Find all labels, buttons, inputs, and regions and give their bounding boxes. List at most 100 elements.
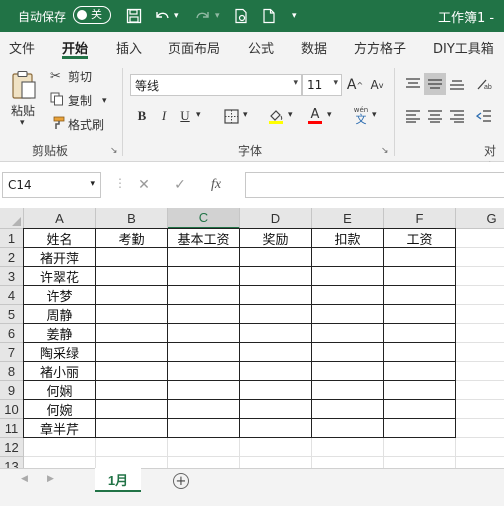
column-header-g[interactable]: G: [456, 208, 504, 229]
name-box[interactable]: C14 ▾: [2, 172, 101, 198]
cell-b13[interactable]: [96, 457, 168, 468]
cell-d10[interactable]: [240, 400, 312, 419]
paste-button[interactable]: 粘贴: [11, 102, 35, 119]
cell-c5[interactable]: [168, 305, 240, 324]
row-header-3[interactable]: 3: [0, 267, 24, 286]
copy-button[interactable]: 复制 ▾: [50, 92, 107, 109]
cell-a11[interactable]: 章半芹: [24, 419, 96, 438]
column-header-a[interactable]: A: [24, 208, 96, 229]
row-header-7[interactable]: 7: [0, 343, 24, 362]
font-size-combo[interactable]: 11 ▾: [302, 74, 342, 96]
scroll-right-icon[interactable]: ▶: [47, 474, 54, 484]
tab-page-layout[interactable]: 页面布局: [168, 32, 220, 62]
cell-e6[interactable]: [312, 324, 384, 343]
cell-d4[interactable]: [240, 286, 312, 305]
cell-f7[interactable]: [384, 343, 456, 362]
align-left-icon[interactable]: [402, 105, 424, 127]
cell-a5[interactable]: 周静: [24, 305, 96, 324]
cell-b11[interactable]: [96, 419, 168, 438]
cell-b2[interactable]: [96, 248, 168, 267]
tab-file[interactable]: 文件: [9, 32, 35, 62]
cell-a8[interactable]: 褚小丽: [24, 362, 96, 381]
cell-d8[interactable]: [240, 362, 312, 381]
cell-g13[interactable]: [456, 457, 504, 468]
tab-diy-toolbox[interactable]: DIY工具箱: [433, 32, 494, 62]
cell-b6[interactable]: [96, 324, 168, 343]
cell-e4[interactable]: [312, 286, 384, 305]
cell-f6[interactable]: [384, 324, 456, 343]
cell-b4[interactable]: [96, 286, 168, 305]
cell-g7[interactable]: [456, 343, 504, 362]
cell-g10[interactable]: [456, 400, 504, 419]
cell-b9[interactable]: [96, 381, 168, 400]
cell-b5[interactable]: [96, 305, 168, 324]
cell-g4[interactable]: [456, 286, 504, 305]
cell-d11[interactable]: [240, 419, 312, 438]
cell-a1[interactable]: 姓名: [24, 229, 96, 248]
cell-c7[interactable]: [168, 343, 240, 362]
cell-c11[interactable]: [168, 419, 240, 438]
enter-icon[interactable]: ✓: [162, 177, 198, 193]
undo-dropdown-icon[interactable]: ▾: [174, 0, 179, 32]
autosave-toggle[interactable]: 关: [73, 6, 111, 24]
cell-a10[interactable]: 何婉: [24, 400, 96, 419]
cell-f1[interactable]: 工资: [384, 229, 456, 248]
cell-d3[interactable]: [240, 267, 312, 286]
undo-icon[interactable]: [152, 0, 172, 32]
decrease-indent-icon[interactable]: [473, 105, 495, 127]
cell-a12[interactable]: [24, 438, 96, 457]
column-header-e[interactable]: E: [312, 208, 384, 229]
format-painter-button[interactable]: 格式刷: [50, 116, 104, 133]
bold-button[interactable]: B: [131, 105, 153, 127]
cell-b8[interactable]: [96, 362, 168, 381]
clipboard-launcher-icon[interactable]: ↘: [110, 146, 118, 156]
cut-button[interactable]: ✂ 剪切: [50, 68, 92, 85]
fill-color-icon[interactable]: [265, 105, 287, 127]
orientation-icon[interactable]: ab: [473, 73, 495, 95]
cell-a13[interactable]: [24, 457, 96, 468]
cell-f12[interactable]: [384, 438, 456, 457]
select-all-button[interactable]: [0, 208, 24, 229]
cell-d12[interactable]: [240, 438, 312, 457]
cell-e3[interactable]: [312, 267, 384, 286]
cell-b10[interactable]: [96, 400, 168, 419]
column-header-b[interactable]: B: [96, 208, 168, 229]
cell-e2[interactable]: [312, 248, 384, 267]
cancel-icon[interactable]: ✕: [126, 177, 162, 193]
row-header-8[interactable]: 8: [0, 362, 24, 381]
cell-e11[interactable]: [312, 419, 384, 438]
row-header-12[interactable]: 12: [0, 438, 24, 457]
underline-dropdown-icon[interactable]: ▾: [196, 110, 201, 120]
cell-g11[interactable]: [456, 419, 504, 438]
cell-g2[interactable]: [456, 248, 504, 267]
cell-c10[interactable]: [168, 400, 240, 419]
cell-f4[interactable]: [384, 286, 456, 305]
row-header-10[interactable]: 10: [0, 400, 24, 419]
cell-e13[interactable]: [312, 457, 384, 468]
italic-button[interactable]: I: [153, 105, 175, 127]
cell-b1[interactable]: 考勤: [96, 229, 168, 248]
cell-f13[interactable]: [384, 457, 456, 468]
insert-function-icon[interactable]: fx: [198, 177, 234, 193]
cell-e8[interactable]: [312, 362, 384, 381]
align-right-icon[interactable]: [446, 105, 468, 127]
cell-e7[interactable]: [312, 343, 384, 362]
cell-g5[interactable]: [456, 305, 504, 324]
cell-a9[interactable]: 何娴: [24, 381, 96, 400]
cell-c12[interactable]: [168, 438, 240, 457]
cell-e1[interactable]: 扣款: [312, 229, 384, 248]
align-bottom-icon[interactable]: [446, 73, 468, 95]
add-sheet-icon[interactable]: +: [173, 473, 189, 489]
copy-dropdown-icon[interactable]: ▾: [102, 96, 107, 106]
tab-fangfang[interactable]: 方方格子: [354, 32, 406, 62]
row-header-13[interactable]: 13: [0, 457, 24, 468]
align-middle-icon[interactable]: [424, 73, 446, 95]
more-options-icon[interactable]: ⋮: [114, 176, 126, 190]
increase-font-icon[interactable]: A ^: [344, 74, 366, 96]
column-header-d[interactable]: D: [240, 208, 312, 229]
paste-dropdown-icon[interactable]: ▾: [20, 118, 25, 128]
cell-c6[interactable]: [168, 324, 240, 343]
cell-g12[interactable]: [456, 438, 504, 457]
cell-d6[interactable]: [240, 324, 312, 343]
sheet-tab-1[interactable]: 1月: [95, 468, 141, 492]
